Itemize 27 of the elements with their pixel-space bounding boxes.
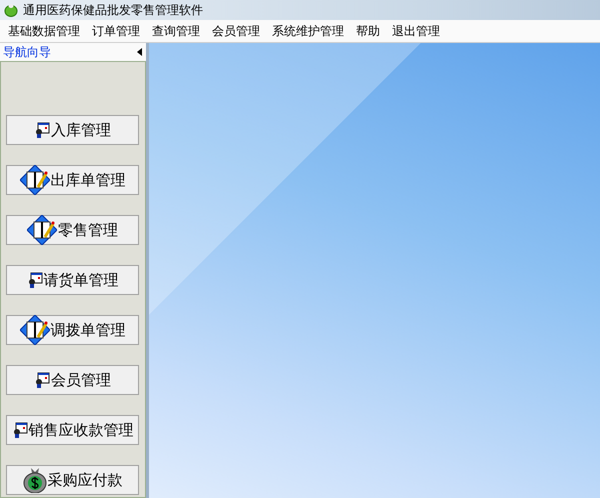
nav-button[interactable]: 入库管理	[6, 115, 139, 145]
menu-item[interactable]: 基础数据管理	[2, 20, 86, 42]
nav-button[interactable]: 调拨单管理	[6, 315, 139, 345]
nav-button[interactable]: 出库单管理	[6, 165, 139, 195]
nav-button[interactable]: 会员管理	[6, 365, 139, 395]
notepad-pencil-icon	[20, 315, 50, 345]
nav-button[interactable]: 销售应收款管理	[6, 415, 139, 445]
menu-item[interactable]: 退出管理	[386, 20, 446, 42]
form-icon	[12, 422, 28, 438]
notepad-pencil-icon	[27, 215, 57, 245]
menu-item[interactable]: 系统维护管理	[266, 20, 350, 42]
window-title: 通用医药保健品批发零售管理软件	[23, 2, 203, 18]
money-bag-icon	[22, 467, 46, 493]
menu-item[interactable]: 查询管理	[146, 20, 206, 42]
app-icon	[4, 3, 18, 17]
form-icon	[34, 122, 50, 138]
collapse-icon[interactable]	[137, 48, 142, 56]
nav-button[interactable]: 请货单管理	[6, 265, 139, 295]
menu-item[interactable]: 帮助	[350, 20, 386, 42]
nav-button[interactable]: 采购应付款	[6, 465, 139, 495]
form-icon	[26, 272, 42, 288]
menu-item[interactable]: 会员管理	[206, 20, 266, 42]
sidebar-title: 导航向导	[3, 44, 51, 60]
nav-button[interactable]: 零售管理	[6, 215, 139, 245]
menu-item[interactable]: 订单管理	[86, 20, 146, 42]
notepad-pencil-icon	[20, 165, 50, 195]
form-icon	[34, 372, 50, 388]
